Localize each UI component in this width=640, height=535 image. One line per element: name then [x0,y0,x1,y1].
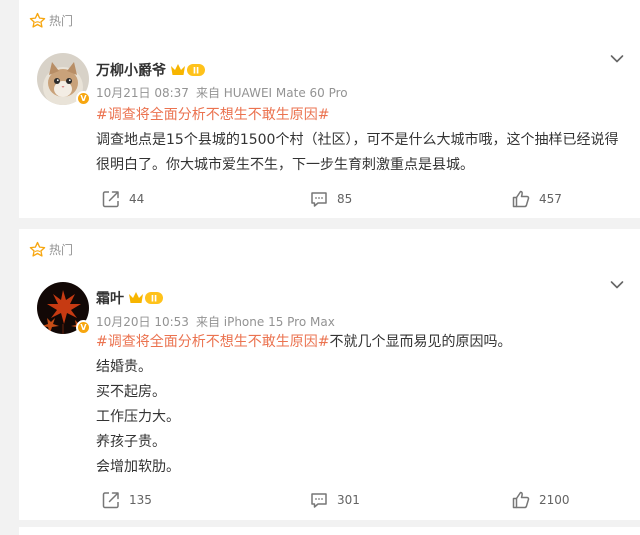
author-name[interactable]: 霜叶 II [96,290,164,308]
post-body-line: 调查地点是15个县城的1500个村（社区），可不是什么大城市哦，这个抽样已经说得… [96,132,619,173]
author-name-text: 万柳小爵爷 [96,63,166,79]
like-count: 457 [539,192,562,206]
post-actions: 135 301 2100 [19,489,640,511]
like-button[interactable]: 2100 [511,489,570,511]
hot-label: 热门 [49,242,74,257]
topic-tag[interactable]: #调查将全面分析不想生不敢生原因# [96,334,329,350]
repost-count: 44 [129,192,145,206]
chevron-down-icon[interactable] [610,54,624,64]
post-body-line: 会增加软肋。 [96,459,180,475]
post-meta: 10月20日 10:53 来自 iPhone 15 Pro Max [96,315,335,330]
hot-indicator: 热门 [29,239,73,259]
post-text: #调查将全面分析不想生不敢生原因# 调查地点是15个县城的1500个村（社区），… [96,103,626,178]
verified-badge: V [76,91,91,106]
weibo-post-card [19,527,640,535]
comment-count: 85 [337,192,353,206]
author-name-text: 霜叶 [96,291,124,307]
chevron-down-icon[interactable] [610,280,624,290]
post-body-line: 工作压力大。 [96,409,180,425]
repost-button[interactable]: 44 [101,188,144,210]
post-actions: 44 85 457 [19,188,640,210]
avatar[interactable]: V [37,53,91,106]
member-crown-icon: II [171,64,205,77]
comment-button[interactable]: 85 [309,188,352,210]
post-body-line: 养孩子贵。 [96,434,166,450]
comment-button[interactable]: 301 [309,489,360,511]
thumbs-up-icon [512,491,530,509]
post-body-line: 买不起房。 [96,384,166,400]
weibo-post-card: 热门 V 万柳小爵爷 II 10月21日 08:37 来自 HUAWEI Mat… [19,0,640,218]
post-date[interactable]: 10月20日 10:53 [96,315,189,329]
topic-tag[interactable]: #调查将全面分析不想生不敢生原因# [96,107,329,123]
member-crown-icon: II [129,292,163,305]
hot-label: 热门 [49,13,74,28]
post-source: 来自 iPhone 15 Pro Max [195,315,335,329]
member-level: II [151,295,157,305]
member-level: II [193,67,199,77]
like-button[interactable]: 457 [511,188,562,210]
star-icon [29,241,46,257]
post-source: 来自 HUAWEI Mate 60 Pro [195,86,348,100]
star-icon [29,12,46,28]
comment-count: 301 [337,493,360,507]
avatar[interactable]: V [37,282,91,335]
post-body-line: 不就几个显而易见的原因吗。 [329,334,512,350]
repost-button[interactable]: 135 [101,489,152,511]
hot-indicator: 热门 [29,10,73,30]
share-icon [102,191,119,208]
post-text: #调查将全面分析不想生不敢生原因#不就几个显而易见的原因吗。 结婚贵。 买不起房… [96,330,626,480]
share-icon [102,492,119,509]
comment-icon [311,192,327,207]
like-count: 2100 [539,493,570,507]
post-body-line: 结婚贵。 [96,359,152,375]
post-meta: 10月21日 08:37 来自 HUAWEI Mate 60 Pro [96,86,348,101]
thumbs-up-icon [512,190,530,208]
repost-count: 135 [129,493,152,507]
author-name[interactable]: 万柳小爵爷 II [96,62,206,80]
weibo-post-card: 热门 V 霜叶 II 10月20日 10:53 来自 iPhone 15 Pro… [19,229,640,520]
post-date[interactable]: 10月21日 08:37 [96,86,189,100]
comment-icon [311,493,327,508]
verified-badge: V [76,320,91,335]
